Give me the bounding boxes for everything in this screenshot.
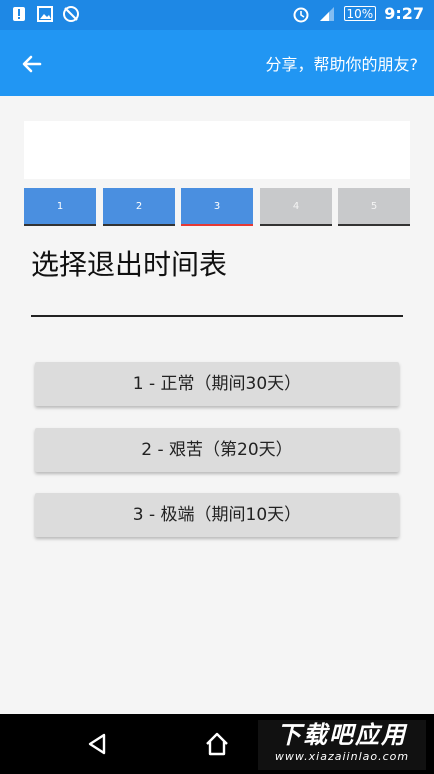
watermark-logo: 下载吧应用 www.xiazaiinlao.com <box>258 720 426 770</box>
alert-icon <box>10 5 28 23</box>
back-icon[interactable] <box>84 730 112 758</box>
option-normal-button[interactable]: 1 - 正常（期间30天） <box>35 362 399 406</box>
no-sync-icon <box>62 5 80 23</box>
app-bar: 分享，帮助你的朋友? <box>0 30 434 96</box>
share-link[interactable]: 分享，帮助你的朋友? <box>266 51 419 75</box>
page-title: 选择退出时间表 <box>31 248 228 281</box>
status-bar: 10% 9:27 <box>0 0 434 30</box>
clock: 9:27 <box>384 4 424 23</box>
step-3[interactable]: 3 <box>181 188 253 226</box>
option-hard-button[interactable]: 2 - 艰苦（第20天） <box>35 428 399 472</box>
step-2[interactable]: 2 <box>103 188 175 226</box>
watermark-title: 下载吧应用 <box>277 721 407 749</box>
step-indicator: 1 2 3 4 5 <box>24 188 410 226</box>
navigation-bar: 下载吧应用 www.xiazaiinlao.com <box>0 714 434 774</box>
battery-indicator: 10% <box>343 6 377 21</box>
alarm-icon <box>292 5 310 23</box>
step-4[interactable]: 4 <box>260 188 332 226</box>
step-5[interactable]: 5 <box>338 188 410 226</box>
back-arrow-icon[interactable] <box>18 50 46 78</box>
banner-area <box>24 121 410 179</box>
home-icon[interactable] <box>203 730 231 758</box>
divider <box>31 315 403 317</box>
signal-icon <box>318 5 336 23</box>
step-1[interactable]: 1 <box>24 188 96 226</box>
image-icon <box>36 5 54 23</box>
watermark-url: www.xiazaiinlao.com <box>274 750 410 763</box>
option-extreme-button[interactable]: 3 - 极端（期间10天） <box>35 493 399 537</box>
